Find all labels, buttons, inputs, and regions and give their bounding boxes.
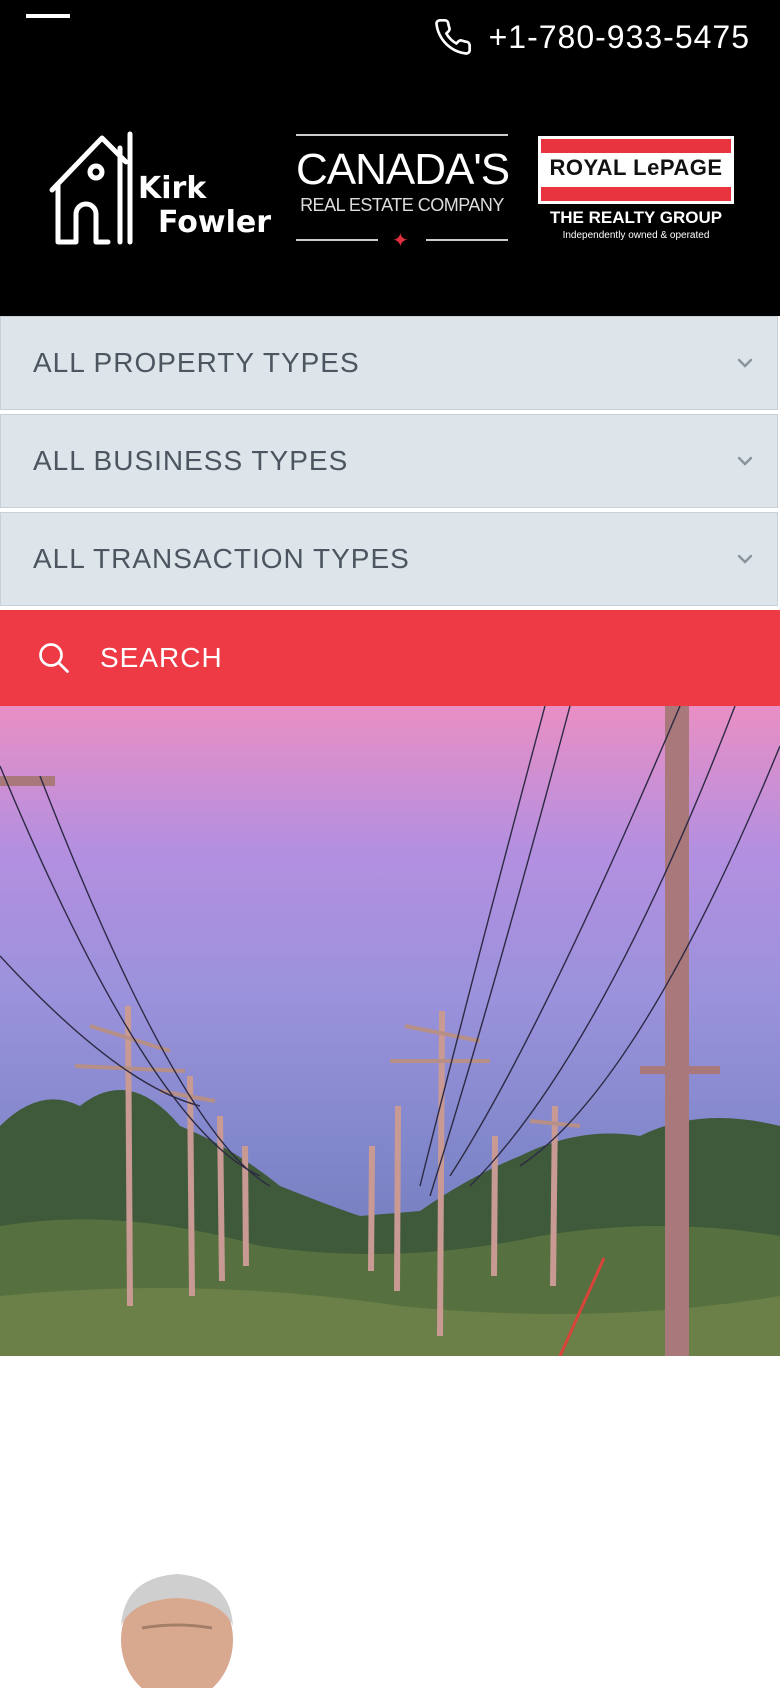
- kirk-fowler-logo[interactable]: Kirk Fowler: [46, 128, 276, 248]
- power-lines-photo: [0, 706, 780, 1356]
- site-header: +1-780-933-5475 Kirk Fowler CANADA'S REA…: [0, 0, 780, 316]
- canadas-real-estate-logo[interactable]: CANADA'S REAL ESTATE COMPANY ✦: [296, 134, 510, 254]
- house-logo-icon: [49, 131, 133, 245]
- transaction-type-select[interactable]: ALL TRANSACTION TYPES: [0, 512, 778, 606]
- maple-leaf-icon: ✦: [392, 230, 409, 252]
- phone-link[interactable]: +1-780-933-5475: [433, 14, 750, 60]
- logo-name-line1: Kirk: [138, 171, 207, 206]
- logo-rule: [296, 134, 508, 136]
- chevron-down-icon: [737, 456, 753, 466]
- business-type-select[interactable]: ALL BUSINESS TYPES: [0, 414, 778, 508]
- canada-logo-title: CANADA'S: [296, 145, 510, 194]
- leaf-rule-left: [296, 239, 378, 241]
- logo-name-line2: Fowler: [158, 205, 272, 240]
- search-icon: [39, 643, 69, 673]
- chevron-down-icon: [737, 358, 753, 368]
- rlp-brand-box: ROYAL LePAGE: [538, 136, 734, 204]
- rlp-group-name: THE REALTY GROUP: [549, 208, 723, 227]
- maple-leaf-row: ✦: [296, 226, 508, 254]
- search-label: SEARCH: [100, 642, 223, 673]
- royal-lepage-logo[interactable]: ROYAL LePAGE THE REALTY GROUP Independen…: [538, 136, 734, 248]
- logo-strip: Kirk Fowler CANADA'S REAL ESTATE COMPANY…: [46, 128, 746, 258]
- search-button[interactable]: SEARCH: [0, 610, 780, 706]
- phone-number[interactable]: +1-780-933-5475: [489, 19, 750, 56]
- phone-icon: [434, 18, 471, 55]
- rlp-red-bar-top: [541, 139, 731, 153]
- kirk-fowler-name: Kirk Fowler: [138, 172, 271, 240]
- agent-portrait: [112, 1570, 242, 1688]
- property-type-label: ALL PROPERTY TYPES: [33, 347, 360, 378]
- leaf-rule-right: [426, 239, 508, 241]
- rlp-red-bar-bottom: [541, 187, 731, 201]
- hero-image: [0, 706, 780, 1356]
- agent-photo: [112, 1570, 242, 1688]
- rlp-tagline: Independently owned & operated: [562, 230, 710, 241]
- rlp-brand-name: ROYAL LePAGE: [549, 155, 723, 180]
- chevron-down-icon: [737, 554, 753, 564]
- business-type-label: ALL BUSINESS TYPES: [33, 445, 349, 476]
- transaction-type-label: ALL TRANSACTION TYPES: [33, 543, 410, 574]
- hamburger-menu-icon[interactable]: [26, 14, 70, 36]
- canada-logo-subtitle: REAL ESTATE COMPANY: [300, 195, 504, 215]
- property-type-select[interactable]: ALL PROPERTY TYPES: [0, 316, 778, 410]
